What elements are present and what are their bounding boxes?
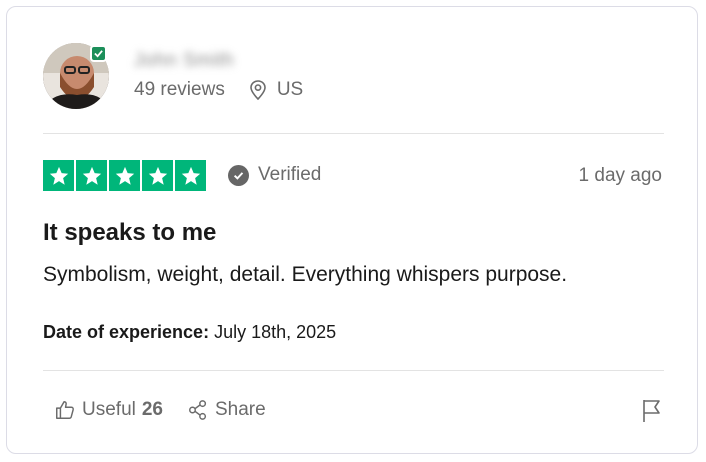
verified-badge[interactable]: Verified [228, 164, 321, 186]
reviewer-meta: 49 reviews US [134, 79, 303, 101]
share-label: Share [215, 399, 266, 420]
useful-label: Useful [82, 399, 136, 420]
useful-count: 26 [141, 399, 163, 420]
experience-date: July 18th, 2025 [214, 322, 337, 342]
experience-label: Date of experience: [43, 322, 210, 342]
review-body: Symbolism, weight, detail. Everything wh… [43, 263, 568, 286]
verified-label: Verified [258, 164, 322, 185]
country-label: US [276, 79, 304, 100]
useful-button[interactable]: Useful 26 [54, 399, 163, 421]
report-flag-button[interactable] [641, 398, 663, 429]
share-button[interactable]: Share [187, 399, 266, 421]
date-of-experience: Date of experience: July 18th, 2025 [43, 322, 336, 343]
reviews-count: 49 reviews [134, 79, 225, 100]
star-rating [43, 160, 206, 191]
star-icon [109, 160, 140, 191]
flag-icon [643, 400, 660, 422]
review-title[interactable]: It speaks to me [43, 219, 216, 247]
star-icon [43, 160, 74, 191]
divider [43, 133, 664, 134]
reviewer-name[interactable]: John Smith [134, 50, 234, 72]
review-date: 1 day ago [578, 165, 662, 186]
location-pin-icon [250, 80, 266, 101]
thumbs-up-icon [56, 401, 74, 419]
review-actions: Useful 26 Share [54, 399, 266, 421]
reviewer-location: US [249, 79, 303, 101]
check-icon [94, 50, 103, 58]
verified-user-badge [90, 45, 107, 62]
divider [43, 370, 664, 371]
share-icon [189, 400, 207, 420]
star-icon [142, 160, 173, 191]
star-icon [175, 160, 206, 191]
check-circle-icon [228, 164, 249, 186]
star-icon [76, 160, 107, 191]
